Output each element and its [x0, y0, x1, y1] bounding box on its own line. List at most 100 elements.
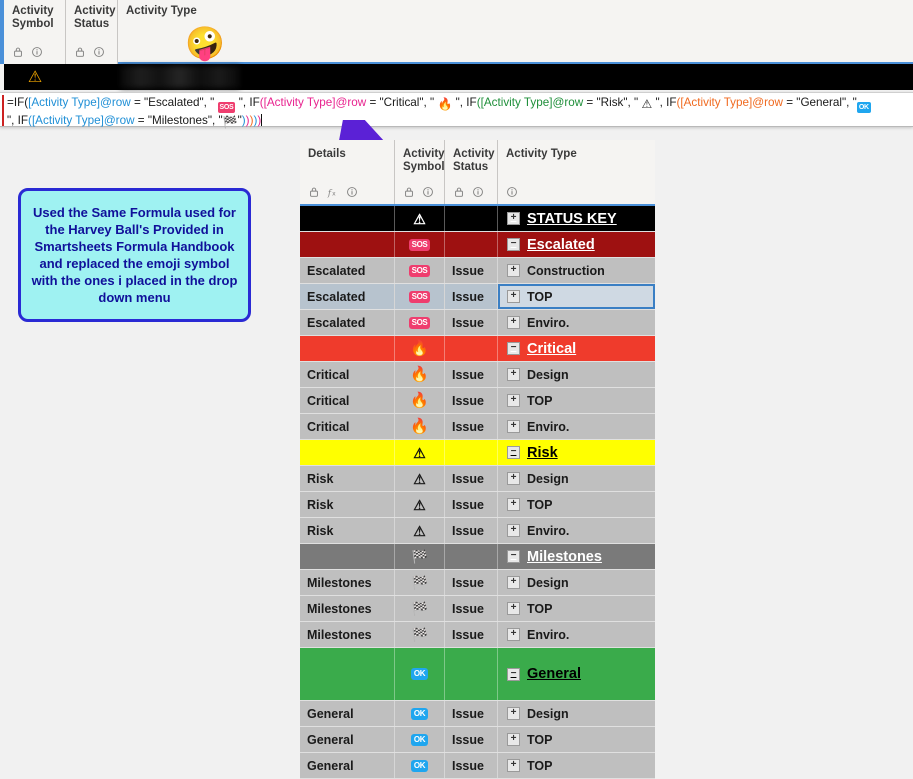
cell-activity-status[interactable]: Issue — [445, 701, 498, 726]
expand-toggle-icon[interactable]: + — [507, 576, 520, 589]
cell-activity-status[interactable]: Issue — [445, 284, 498, 309]
cell-activity-type[interactable]: + TOP — [498, 727, 655, 752]
cell-activity-symbol[interactable]: 🔥 — [395, 362, 445, 387]
cell-activity-type[interactable]: + TOP — [498, 492, 655, 517]
collapse-toggle-icon[interactable]: − — [507, 667, 520, 681]
cell-activity-status[interactable]: Issue — [445, 518, 498, 543]
collapse-toggle-icon[interactable]: − — [507, 446, 520, 459]
table-row[interactable]: Milestones 🏁 Issue + Enviro. — [300, 622, 655, 648]
cell-activity-status[interactable]: Issue — [445, 414, 498, 439]
table-row[interactable]: Escalated SOS Issue + Enviro. — [300, 310, 655, 336]
cell-activity-symbol[interactable]: 🔥 — [395, 414, 445, 439]
cell-activity-symbol[interactable]: ⚠ — [395, 518, 445, 543]
expand-toggle-icon[interactable]: + — [507, 394, 520, 407]
cell-activity-symbol[interactable]: SOS — [395, 284, 445, 309]
column-header-activity-status[interactable]: Activity Status — [66, 0, 118, 64]
cell-details[interactable]: Risk — [300, 518, 395, 543]
expand-toggle-icon[interactable]: + — [507, 472, 520, 485]
expand-toggle-icon[interactable]: + — [507, 264, 520, 277]
grid-column-header-details[interactable]: Details fx — [300, 140, 395, 204]
cell-activity-type[interactable]: + TOP — [498, 753, 655, 778]
cell-details[interactable] — [300, 648, 395, 700]
table-row[interactable]: Critical 🔥 Issue + TOP — [300, 388, 655, 414]
cell-activity-symbol[interactable]: 🏁 — [395, 570, 445, 595]
cell-details[interactable]: Critical — [300, 362, 395, 387]
cell-activity-status[interactable]: Issue — [445, 596, 498, 621]
cell-activity-symbol[interactable]: ⚠ — [395, 206, 445, 231]
cell-details[interactable]: Milestones — [300, 596, 395, 621]
cell-activity-type[interactable]: + Construction — [498, 258, 655, 283]
table-row[interactable]: 🔥 − Critical — [300, 336, 655, 362]
cell-activity-symbol[interactable]: SOS — [395, 310, 445, 335]
cell-details[interactable]: Escalated — [300, 284, 395, 309]
active-row-status-cell[interactable] — [66, 64, 119, 90]
cell-details[interactable]: Milestones — [300, 622, 395, 647]
cell-activity-status[interactable]: Issue — [445, 492, 498, 517]
cell-activity-symbol[interactable]: SOS — [395, 232, 445, 257]
expand-toggle-icon[interactable]: + — [507, 707, 520, 720]
formula-bar[interactable]: =IF([Activity Type]@row = "Escalated", "… — [0, 92, 913, 129]
column-header-activity-type[interactable]: Activity Type — [118, 0, 913, 64]
cell-activity-type[interactable]: + Enviro. — [498, 414, 655, 439]
table-row[interactable]: Milestones 🏁 Issue + TOP — [300, 596, 655, 622]
table-row[interactable]: Critical 🔥 Issue + Design — [300, 362, 655, 388]
cell-activity-type[interactable]: + TOP — [498, 596, 655, 621]
formula-bar-input[interactable]: =IF([Activity Type]@row = "Escalated", "… — [7, 95, 909, 131]
cell-activity-type[interactable]: − Critical — [498, 336, 655, 361]
cell-activity-status[interactable] — [445, 336, 498, 361]
cell-activity-status[interactable]: Issue — [445, 753, 498, 778]
cell-activity-symbol[interactable]: OK — [395, 727, 445, 752]
cell-activity-type[interactable]: + Design — [498, 466, 655, 491]
table-row[interactable]: OK − General — [300, 648, 655, 701]
cell-activity-symbol[interactable]: 🔥 — [395, 388, 445, 413]
cell-activity-status[interactable]: Issue — [445, 388, 498, 413]
cell-details[interactable]: Critical — [300, 388, 395, 413]
table-row[interactable]: SOS − Escalated — [300, 232, 655, 258]
cell-details[interactable]: Milestones — [300, 570, 395, 595]
cell-details[interactable] — [300, 232, 395, 257]
table-row[interactable]: Escalated SOS Issue + Construction — [300, 258, 655, 284]
cell-activity-symbol[interactable]: 🏁 — [395, 622, 445, 647]
expand-toggle-icon[interactable]: + — [507, 759, 520, 772]
cell-details[interactable]: General — [300, 753, 395, 778]
cell-activity-type[interactable]: + STATUS KEY — [498, 206, 655, 231]
cell-details[interactable] — [300, 336, 395, 361]
table-row[interactable]: ⚠ + STATUS KEY — [300, 206, 655, 232]
expand-toggle-icon[interactable]: + — [507, 290, 520, 303]
expand-toggle-icon[interactable]: + — [507, 368, 520, 381]
table-row[interactable]: Escalated SOS Issue + TOP — [300, 284, 655, 310]
grid-column-header-activity-status[interactable]: Activity Status — [445, 140, 498, 204]
expand-toggle-icon[interactable]: + — [507, 628, 520, 641]
expand-toggle-icon[interactable]: + — [507, 733, 520, 746]
cell-activity-type[interactable]: + Enviro. — [498, 518, 655, 543]
table-row[interactable]: Risk ⚠ Issue + Enviro. — [300, 518, 655, 544]
cell-activity-type[interactable]: − General — [498, 648, 655, 700]
column-header-activity-symbol[interactable]: Activity Symbol — [4, 0, 66, 64]
cell-activity-type[interactable]: + Design — [498, 362, 655, 387]
cell-activity-status[interactable]: Issue — [445, 362, 498, 387]
cell-activity-type[interactable]: + TOP — [498, 284, 655, 309]
cell-activity-type[interactable]: + Enviro. — [498, 622, 655, 647]
cell-activity-type[interactable]: − Risk — [498, 440, 655, 465]
table-row[interactable]: Risk ⚠ Issue + Design — [300, 466, 655, 492]
expand-toggle-icon[interactable]: + — [507, 524, 520, 537]
cell-activity-status[interactable]: Issue — [445, 466, 498, 491]
cell-details[interactable] — [300, 440, 395, 465]
cell-activity-status[interactable]: Issue — [445, 258, 498, 283]
cell-activity-symbol[interactable]: ⚠ — [395, 466, 445, 491]
table-row[interactable]: 🏁 − Milestones — [300, 544, 655, 570]
cell-activity-symbol[interactable]: OK — [395, 701, 445, 726]
table-row[interactable]: General OK Issue + TOP — [300, 727, 655, 753]
cell-activity-status[interactable] — [445, 232, 498, 257]
cell-activity-status[interactable] — [445, 648, 498, 700]
expand-toggle-icon[interactable]: + — [507, 316, 520, 329]
cell-activity-type[interactable]: + Enviro. — [498, 310, 655, 335]
cell-activity-symbol[interactable]: OK — [395, 753, 445, 778]
cell-activity-symbol[interactable]: ⚠ — [395, 440, 445, 465]
cell-activity-type[interactable]: + Design — [498, 701, 655, 726]
cell-activity-type[interactable]: − Escalated — [498, 232, 655, 257]
table-row[interactable]: Risk ⚠ Issue + TOP — [300, 492, 655, 518]
cell-activity-type[interactable]: + TOP — [498, 388, 655, 413]
expand-toggle-icon[interactable]: + — [507, 498, 520, 511]
cell-details[interactable]: General — [300, 701, 395, 726]
